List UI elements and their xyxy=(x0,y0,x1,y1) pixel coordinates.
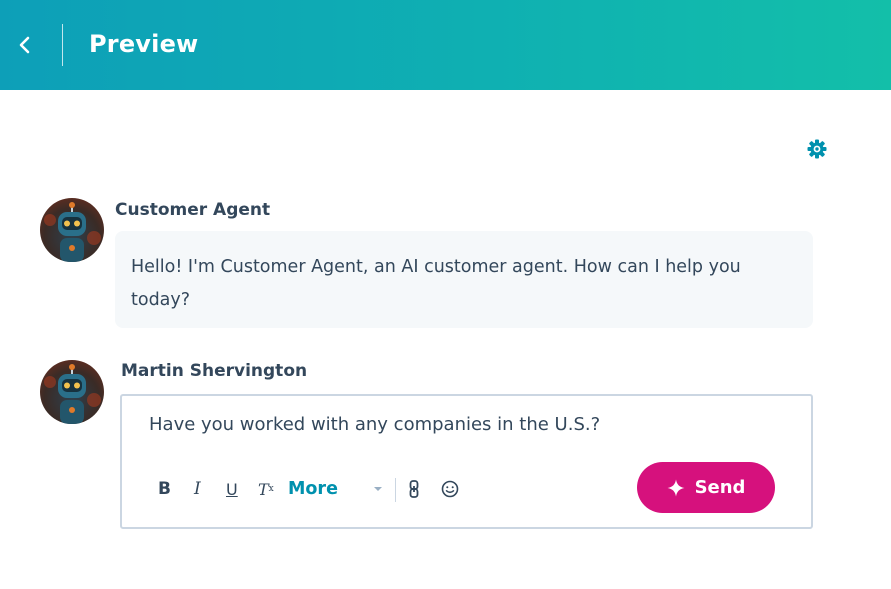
sparkle-icon xyxy=(667,479,685,496)
more-dropdown[interactable]: More xyxy=(288,474,338,504)
message-composer[interactable]: Have you worked with any companies in th… xyxy=(120,394,813,529)
chevron-left-icon xyxy=(19,36,30,54)
agent-name: Customer Agent xyxy=(115,200,271,220)
link-icon xyxy=(409,480,419,498)
robot-avatar-image xyxy=(44,364,101,424)
emoji-icon xyxy=(441,480,459,498)
gear-icon xyxy=(807,139,827,159)
more-caret[interactable] xyxy=(373,474,383,504)
italic-button[interactable]: I xyxy=(194,474,201,504)
settings-button[interactable] xyxy=(806,138,828,160)
agent-message-text: Hello! I'm Customer Agent, an AI custome… xyxy=(131,257,741,310)
insert-link-button[interactable] xyxy=(408,474,420,504)
underline-button[interactable]: U xyxy=(226,474,238,504)
user-avatar xyxy=(40,360,104,424)
emoji-button[interactable] xyxy=(441,474,459,504)
clear-format-button[interactable]: Tx xyxy=(258,474,274,504)
preview-header: Preview xyxy=(0,0,891,90)
header-divider xyxy=(62,24,63,66)
message-input[interactable]: Have you worked with any companies in th… xyxy=(149,414,600,435)
robot-avatar-image xyxy=(44,202,101,262)
page-title: Preview xyxy=(89,30,199,58)
clear-format-sub: x xyxy=(268,484,274,494)
agent-avatar xyxy=(40,198,104,262)
back-button[interactable] xyxy=(8,28,42,62)
user-name: Martin Shervington xyxy=(121,361,308,381)
bold-button[interactable]: B xyxy=(158,474,171,504)
toolbar-separator xyxy=(395,478,396,502)
clear-format-label: T xyxy=(258,479,269,499)
send-button[interactable]: Send xyxy=(637,462,775,513)
caret-down-icon xyxy=(374,487,382,491)
formatting-toolbar: B I U Tx More xyxy=(152,474,459,504)
send-label: Send xyxy=(694,477,746,498)
agent-message-bubble: Hello! I'm Customer Agent, an AI custome… xyxy=(115,231,813,328)
